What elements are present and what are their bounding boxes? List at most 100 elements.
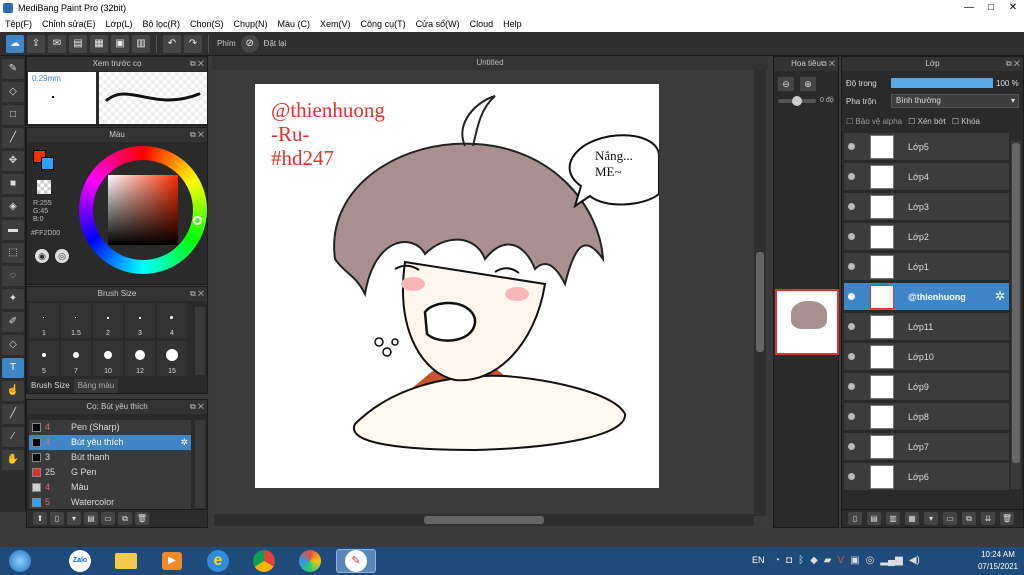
eye-icon[interactable] [848,443,855,450]
menu-cloud[interactable]: Cloud [465,16,499,32]
eye-icon[interactable] [848,323,855,330]
select-pen-tool-icon[interactable]: ✐ [2,312,24,332]
layer-row[interactable]: Lớp2 [844,223,1009,251]
size-cell[interactable]: 7 [61,341,91,376]
layer-row[interactable]: Lớp4 [844,163,1009,191]
redo-icon[interactable]: ↷ [184,34,202,53]
layer-row[interactable]: Lớp3 [844,193,1009,221]
palette-icon[interactable]: ◉ [35,249,49,263]
tray-icon[interactable]: ▰ [824,555,832,566]
size-cell[interactable]: 5 [29,341,59,376]
dot-tool-icon[interactable]: □ [2,105,24,125]
tray-icon[interactable]: ▣ [850,555,859,566]
size-cell[interactable]: 15 [157,341,187,376]
scrollbar[interactable] [195,420,205,508]
maximize-button[interactable]: □ [980,0,1002,16]
page-icon[interactable]: ▦ [90,34,108,53]
clipping-checkbox[interactable]: ☐ Xén bớt [908,117,946,126]
layer-row[interactable]: Lớp11 [844,313,1009,341]
start-button[interactable] [2,549,38,573]
blur-tool-icon[interactable]: ╱ [2,128,24,148]
rotation-slider[interactable] [778,96,816,106]
menu-color[interactable]: Màu (C) [273,16,316,32]
new-halftone-layer-icon[interactable]: ▤ [867,512,881,525]
canvas-tab[interactable]: Untitled [212,56,768,70]
tray-icon[interactable]: ◘ [786,555,792,566]
gear-icon[interactable]: ✲ [180,435,188,450]
taskbar-explorer[interactable] [106,549,146,573]
size-cell[interactable]: 4 [157,303,187,338]
menu-help[interactable]: Help [498,16,527,32]
brush-item[interactable]: 25 G Pen [29,465,191,480]
bucket-tool-icon[interactable]: ◈ [2,197,24,217]
brush-tool-icon[interactable]: ✎ [2,59,24,79]
close-icon[interactable]: ⧉ ✕ [821,57,835,71]
signal-icon[interactable]: ▂▄▆ [880,555,902,566]
eye-icon[interactable] [848,233,855,240]
gradient-tool-icon[interactable]: ▬ [2,220,24,240]
new-layer-icon[interactable]: ▯ [848,512,862,525]
minimize-button[interactable]: — [958,0,980,16]
eye-icon[interactable] [848,353,855,360]
document-icon[interactable]: ▤ [69,34,87,53]
menu-select[interactable]: Chọn(S) [185,16,229,32]
lock-checkbox[interactable]: ☐ Khóa [952,117,980,126]
close-icon[interactable]: ⧉ ✕ [1006,57,1020,71]
operation-tool-icon[interactable]: ☝ [2,381,24,401]
reset-icon[interactable]: ⊘ [240,34,259,53]
folder-icon[interactable]: ▭ [101,512,115,525]
select-eraser-tool-icon[interactable]: ◇ [2,335,24,355]
canvas-document[interactable]: @thienhuong -Ru- #hd247 Nắng... ME~ [255,84,659,488]
eye-icon[interactable] [848,203,855,210]
taskbar-media[interactable]: ▶ [152,549,192,573]
text-tool-icon[interactable]: T [2,358,24,378]
language-indicator[interactable]: EN [752,555,765,565]
secondary-color-swatch[interactable] [41,157,54,170]
close-icon[interactable]: ⧉ ✕ [190,287,204,301]
volume-icon[interactable]: ◀) [909,555,920,566]
layer-row[interactable]: Lớp6 [844,463,1009,491]
scroll-thumb[interactable] [1012,143,1020,463]
new-brush-icon[interactable]: ▯ [50,512,64,525]
add-brush-icon[interactable]: ▾ [67,512,81,525]
zoom-in-icon[interactable]: ⊕ [800,77,816,91]
folder-icon[interactable]: ▭ [943,512,957,525]
transparent-swatch[interactable] [37,180,51,194]
hue-wheel[interactable] [79,146,207,274]
opacity-slider[interactable] [891,78,993,88]
eye-icon[interactable] [848,413,855,420]
layer-row-selected[interactable]: @thienhuong ✲ [844,283,1009,311]
size-cell[interactable]: 1.5 [61,303,91,338]
eye-icon[interactable] [848,263,855,270]
new-8bit-layer-icon[interactable]: ▥ [886,512,900,525]
layer-row[interactable]: Lớp1 [844,253,1009,281]
hue-picker[interactable] [193,216,202,225]
undo-icon[interactable]: ↶ [163,34,181,53]
vertical-scrollbar[interactable] [754,70,766,516]
magic-wand-tool-icon[interactable]: ✦ [2,289,24,309]
grid-icon[interactable]: ▥ [132,34,150,53]
eye-icon[interactable] [848,173,855,180]
size-cell[interactable]: 3 [125,303,155,338]
zoom-out-icon[interactable]: ⊖ [778,77,794,91]
new-1bit-layer-icon[interactable]: ▦ [905,512,919,525]
tray-icon[interactable]: ◔ [774,555,780,566]
trash-icon[interactable]: 🗑 [1000,512,1014,525]
menu-filter[interactable]: Bộ lọc(R) [137,16,185,32]
navigator-thumbnail[interactable] [775,289,839,355]
eye-icon[interactable] [848,473,855,480]
menu-view[interactable]: Xem(V) [315,16,356,32]
comment-icon[interactable]: ✉ [48,34,66,53]
taskbar-ie[interactable]: e [198,549,238,573]
brush-item[interactable]: 3 Bút thanh [29,450,191,465]
scroll-thumb[interactable] [424,516,544,524]
saturation-value-square[interactable] [108,175,178,245]
close-icon[interactable]: ⧉ ✕ [190,128,204,142]
trash-icon[interactable]: 🗑 [135,512,149,525]
size-cell[interactable]: 2 [93,303,123,338]
tab-palette[interactable]: Bảng màu [73,379,119,393]
taskbar-medibang[interactable]: ✎ [336,549,376,573]
brush-settings-icon[interactable]: ▤ [84,512,98,525]
layer-row[interactable]: Lớp10 [844,343,1009,371]
brush-item[interactable]: 4 Bút yêu thích ✲ [29,435,191,450]
